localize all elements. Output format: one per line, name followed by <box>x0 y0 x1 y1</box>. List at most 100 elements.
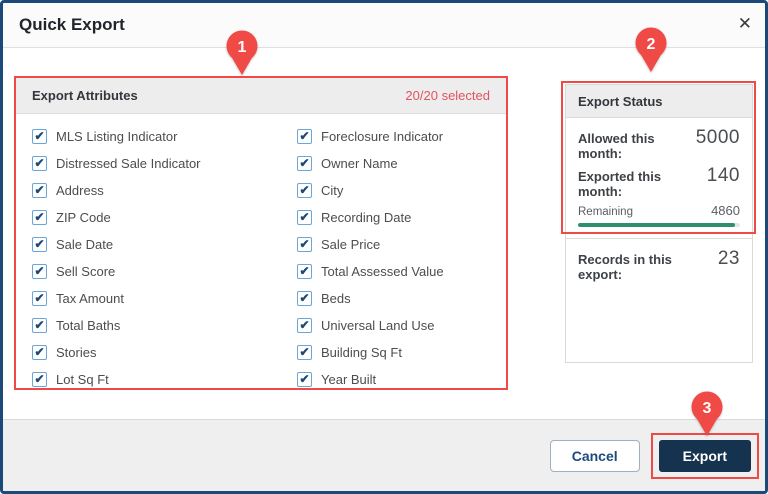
attribute-label: Owner Name <box>321 156 398 171</box>
annotation-marker: 3 <box>689 391 725 437</box>
attribute-label: Tax Amount <box>56 291 124 306</box>
export-status-header: Export Status <box>566 85 752 118</box>
attribute-label: Year Built <box>321 372 377 387</box>
attribute-row: ✔ Address <box>32 177 201 204</box>
checkbox-checked-icon[interactable]: ✔ <box>32 318 47 333</box>
export-status-panel: Export Status Allowed this month: 5000 Exp… <box>565 84 753 363</box>
attribute-label: Lot Sq Ft <box>56 372 109 387</box>
attribute-label: Stories <box>56 345 97 360</box>
remaining-row: Remaining 4860 <box>578 203 740 218</box>
attribute-row: ✔ Total Baths <box>32 312 201 339</box>
attribute-list: ✔ MLS Listing Indicator ✔ Distressed Sale I… <box>16 114 506 388</box>
pin-icon: 1 <box>226 30 258 75</box>
attribute-row: ✔ Distressed Sale Indicator <box>32 150 201 177</box>
pin-icon: 3 <box>691 391 723 436</box>
quick-export-dialog: Quick Export ✕ Export Attributes 20/20 s… <box>0 0 768 494</box>
selected-count: 20/20 selected <box>405 88 490 103</box>
checkbox-checked-icon[interactable]: ✔ <box>297 156 312 171</box>
attr-col-left: ✔ MLS Listing Indicator ✔ Distressed Sale I… <box>32 123 201 393</box>
export-button[interactable]: Export <box>658 439 751 472</box>
checkbox-checked-icon[interactable]: ✔ <box>297 237 312 252</box>
attribute-label: MLS Listing Indicator <box>56 129 178 144</box>
attribute-row: ✔ Recording Date <box>297 204 444 231</box>
attribute-row: ✔ Stories <box>32 339 201 366</box>
attribute-row: ✔ Year Built <box>297 366 444 393</box>
attribute-label: City <box>321 183 344 198</box>
attribute-row: ✔ MLS Listing Indicator <box>32 123 201 150</box>
checkbox-checked-icon[interactable]: ✔ <box>32 156 47 171</box>
attribute-row: ✔ Lot Sq Ft <box>32 366 201 393</box>
checkbox-checked-icon[interactable]: ✔ <box>297 318 312 333</box>
records-row: Records in this export: 23 <box>578 239 740 282</box>
checkbox-checked-icon[interactable]: ✔ <box>297 345 312 360</box>
export-attributes-header: Export Attributes 20/20 selected <box>16 78 506 114</box>
checkbox-checked-icon[interactable]: ✔ <box>32 291 47 306</box>
status-row: Allowed this month: 5000 <box>578 127 740 161</box>
attribute-label: Distressed Sale Indicator <box>56 156 201 171</box>
svg-text:2: 2 <box>647 36 656 53</box>
annotation-box-3: Export <box>650 432 759 479</box>
attribute-row: ✔ ZIP Code <box>32 204 201 231</box>
attribute-label: Total Assessed Value <box>321 264 444 279</box>
annotation-marker: 1 <box>224 30 260 76</box>
checkbox-checked-icon[interactable]: ✔ <box>297 129 312 144</box>
attribute-label: Sale Price <box>321 237 381 252</box>
checkbox-checked-icon[interactable]: ✔ <box>297 291 312 306</box>
attribute-row: ✔ Beds <box>297 285 444 312</box>
status-row-value: 5000 <box>695 127 740 148</box>
status-row-label: Allowed this month: <box>578 131 655 161</box>
dialog-footer: Cancel Export <box>3 419 765 491</box>
attr-col-right: ✔ Foreclosure Indicator ✔ Owner Name ✔ City ✔ R… <box>297 123 444 393</box>
attribute-label: ZIP Code <box>56 210 111 225</box>
checkbox-checked-icon[interactable]: ✔ <box>297 264 312 279</box>
remaining-progress-track <box>578 223 740 227</box>
attribute-label: Universal Land Use <box>321 318 435 333</box>
cancel-button[interactable]: Cancel <box>549 439 640 472</box>
attribute-label: Sell Score <box>56 264 116 279</box>
checkbox-checked-icon[interactable]: ✔ <box>32 264 47 279</box>
attribute-row: ✔ Foreclosure Indicator <box>297 123 444 150</box>
status-row-value: 140 <box>706 165 740 186</box>
attribute-row: ✔ Tax Amount <box>32 285 201 312</box>
pin-icon: 2 <box>635 27 667 72</box>
remaining-label: Remaining <box>578 206 633 218</box>
checkbox-checked-icon[interactable]: ✔ <box>297 210 312 225</box>
checkbox-checked-icon[interactable]: ✔ <box>297 183 312 198</box>
annotation-marker: 2 <box>633 27 669 73</box>
close-icon[interactable]: ✕ <box>738 12 752 36</box>
attribute-row: ✔ City <box>297 177 444 204</box>
checkbox-checked-icon[interactable]: ✔ <box>32 129 47 144</box>
attribute-row: ✔ Sale Price <box>297 231 444 258</box>
status-row: Exported this month: 140 <box>578 165 740 199</box>
records-label: Records in this export: <box>578 252 672 282</box>
checkbox-checked-icon[interactable]: ✔ <box>297 372 312 387</box>
status-row-label: Exported this month: <box>578 169 662 199</box>
attribute-row: ✔ Sale Date <box>32 231 201 258</box>
records-value: 23 <box>717 248 740 269</box>
checkbox-checked-icon[interactable]: ✔ <box>32 372 47 387</box>
svg-text:3: 3 <box>703 400 712 417</box>
attribute-label: Total Baths <box>56 318 121 333</box>
checkbox-checked-icon[interactable]: ✔ <box>32 210 47 225</box>
export-attributes-panel: Export Attributes 20/20 selected ✔ MLS Li… <box>14 76 508 390</box>
attribute-row: ✔ Universal Land Use <box>297 312 444 339</box>
remaining-value: 4860 <box>711 203 740 218</box>
attribute-row: ✔ Total Assessed Value <box>297 258 444 285</box>
remaining-progress-fill <box>578 223 736 227</box>
status-rows: Allowed this month: 5000 Exported this mon… <box>578 127 740 199</box>
dialog-title: Quick Export <box>19 15 125 34</box>
checkbox-checked-icon[interactable]: ✔ <box>32 345 47 360</box>
checkbox-checked-icon[interactable]: ✔ <box>32 183 47 198</box>
dialog-content: Export Attributes 20/20 selected ✔ MLS Li… <box>3 48 765 419</box>
attribute-row: ✔ Building Sq Ft <box>297 339 444 366</box>
attribute-label: Beds <box>321 291 351 306</box>
export-attributes-title: Export Attributes <box>32 88 138 103</box>
attribute-label: Recording Date <box>321 210 412 225</box>
attribute-label: Foreclosure Indicator <box>321 129 444 144</box>
attribute-row: ✔ Owner Name <box>297 150 444 177</box>
attribute-label: Address <box>56 183 104 198</box>
svg-text:1: 1 <box>238 39 247 56</box>
attribute-label: Building Sq Ft <box>321 345 402 360</box>
checkbox-checked-icon[interactable]: ✔ <box>32 237 47 252</box>
attribute-label: Sale Date <box>56 237 114 252</box>
